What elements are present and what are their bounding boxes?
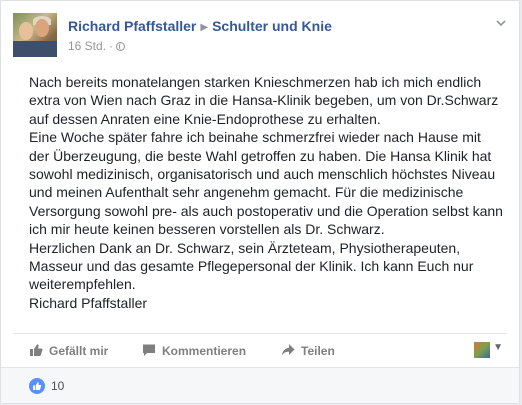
reaction-count: 10 <box>51 379 65 393</box>
post-actions: Gefällt mir Kommentieren Teilen ▼ <box>29 341 503 361</box>
post-line: Versorgung sowohl pre- als auch postoper… <box>29 202 503 219</box>
share-button[interactable]: Teilen <box>281 341 335 361</box>
globe-icon[interactable] <box>116 42 126 51</box>
author-avatar[interactable] <box>13 13 57 57</box>
meta-separator: · <box>109 39 114 53</box>
post-line: weiterempfehlen. <box>29 276 136 293</box>
thumbs-up-icon <box>29 343 43 357</box>
actions-divider <box>13 333 507 334</box>
post-meta: 16 Std. · <box>68 39 126 53</box>
reaction-summary[interactable]: 10 <box>29 377 64 395</box>
post-line: Herzlichen Dank an Dr. Schwarz, sein Ärz… <box>29 239 461 256</box>
post-timestamp[interactable]: 16 Std. <box>68 39 106 53</box>
post-as-selector[interactable]: ▼ <box>474 342 503 360</box>
comment-label: Kommentieren <box>162 344 247 358</box>
post-line: Masseur und das gesamte Pflegepersonal d… <box>29 258 474 275</box>
group-name-link[interactable]: Schulter und Knie <box>212 18 332 34</box>
author-name-link[interactable]: Richard Pfaffstaller <box>68 18 196 34</box>
post-body: Nach bereits monatelangen starken Kniesc… <box>29 73 509 312</box>
page-thumbnail <box>474 342 491 358</box>
post-line: Richard Pfaffstaller <box>29 294 148 311</box>
like-button[interactable]: Gefällt mir <box>29 341 108 361</box>
chevron-down-icon[interactable] <box>495 17 507 29</box>
speech-bubble-icon <box>142 343 156 357</box>
post-line: extra von Wien nach Graz in die Hansa-Kl… <box>29 92 499 109</box>
post-line: Eine Woche später fahre ich beinahe schm… <box>29 129 481 146</box>
post-line: der Überzeugung, die beste Wahl getroffe… <box>29 147 492 164</box>
post-line: und meinen Aufenthalt sehr angenehm gema… <box>29 184 464 201</box>
reactions-footer: 10 <box>1 367 519 403</box>
post-line: Nach bereits monatelangen starken Kniesc… <box>29 74 482 90</box>
post-line: auf dessen Anraten eine Knie-Endoprothes… <box>29 110 381 127</box>
post-header: Richard Pfaffstaller ▶ Schulter und Knie 1… <box>13 13 507 61</box>
post-card: Richard Pfaffstaller ▶ Schulter und Knie 1… <box>0 0 520 404</box>
share-arrow-icon <box>281 343 295 357</box>
post-line: sowohl medizinisch, organisatorisch und … <box>29 166 496 183</box>
like-label: Gefällt mir <box>49 344 109 358</box>
caret-down-icon: ▼ <box>493 342 503 353</box>
share-label: Teilen <box>301 344 335 358</box>
like-reaction-icon <box>29 378 45 394</box>
comment-button[interactable]: Kommentieren <box>142 341 246 361</box>
post-line: ich mir heute keinen besseren vorstellen… <box>29 221 385 238</box>
post-title: Richard Pfaffstaller ▶ Schulter und Knie <box>68 18 332 34</box>
triangle-right-icon: ▶ <box>200 22 209 33</box>
